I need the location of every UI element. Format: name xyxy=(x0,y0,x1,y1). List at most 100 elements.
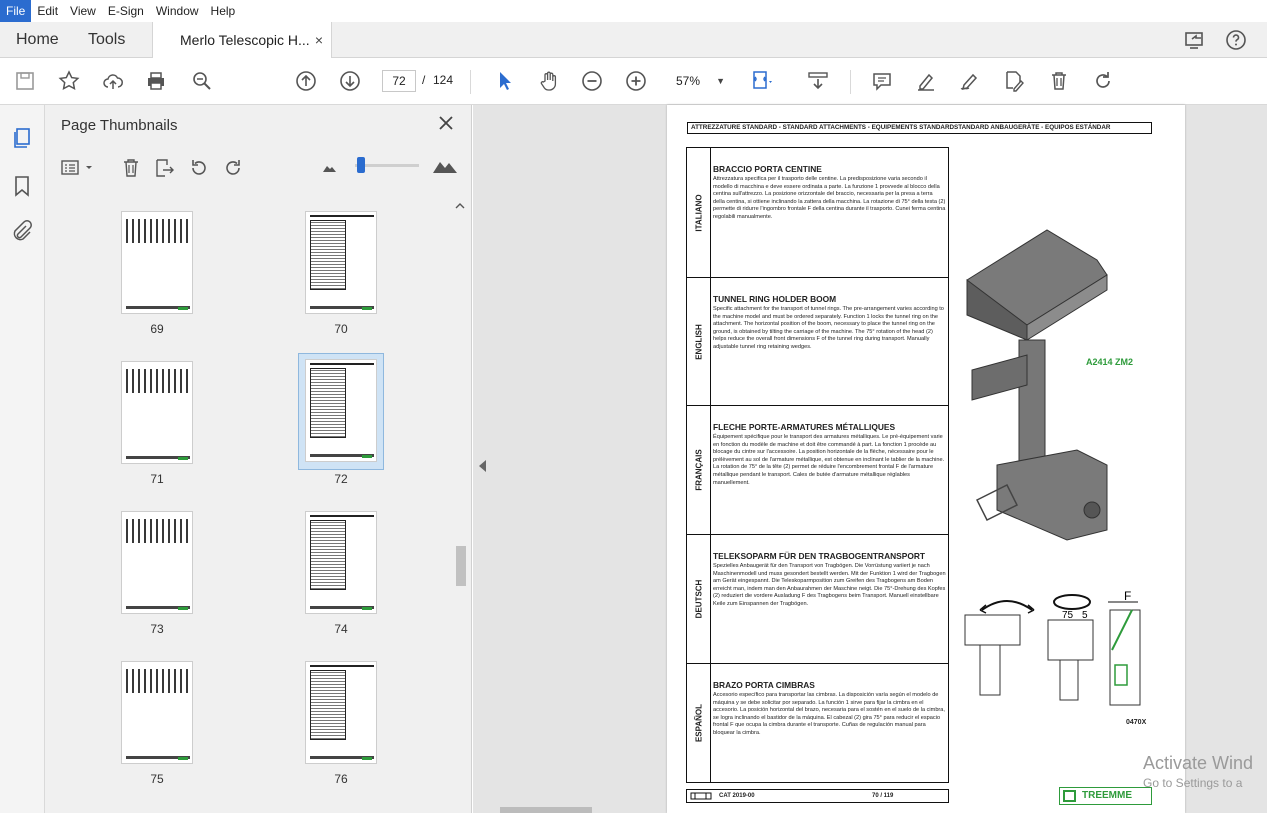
print-icon[interactable] xyxy=(144,69,168,93)
menu-window[interactable]: Window xyxy=(150,0,205,22)
model-code-label: A2414 ZM2 xyxy=(1086,357,1134,367)
page-thumbnail[interactable] xyxy=(121,211,193,314)
figure-number-label: 5 xyxy=(1082,610,1088,621)
edit-text-icon[interactable] xyxy=(1002,69,1026,93)
page-thumbnail[interactable] xyxy=(305,211,377,314)
thumbnail-page-number: 76 xyxy=(334,772,348,786)
share-screen-icon[interactable] xyxy=(1183,28,1207,52)
rotate-clockwise-icon[interactable] xyxy=(222,157,244,179)
menu-edit[interactable]: Edit xyxy=(31,0,64,22)
help-icon[interactable] xyxy=(1224,28,1248,52)
upload-cloud-icon[interactable] xyxy=(101,69,125,93)
document-viewport[interactable]: ATTREZZATURE STANDARD - STANDARD ATTACHM… xyxy=(473,105,1267,813)
language-label: DEUTSCH xyxy=(687,535,711,663)
menu-file[interactable]: File xyxy=(0,0,32,22)
highlight-pen-icon[interactable] xyxy=(914,69,938,93)
left-rail xyxy=(0,105,45,813)
attachment-paperclip-icon[interactable] xyxy=(10,219,34,243)
thumbnail-page-number: 69 xyxy=(150,322,164,336)
delete-trash-icon[interactable] xyxy=(1047,69,1071,93)
toolbar-divider xyxy=(470,70,471,94)
section-content: TUNNEL RING HOLDER BOOM Specific attachm… xyxy=(711,278,948,405)
tab-tools[interactable]: Tools xyxy=(88,22,125,58)
menu-help[interactable]: Help xyxy=(205,0,242,22)
activation-subtitle: Go to Settings to a xyxy=(1143,776,1243,790)
section-title: BRAZO PORTA CIMBRAS xyxy=(713,680,815,690)
menu-view[interactable]: View xyxy=(64,0,102,22)
chevron-down-icon: ▼ xyxy=(716,76,725,86)
collapse-panel-icon[interactable] xyxy=(479,460,486,472)
page-number-input[interactable]: 72 xyxy=(382,70,416,92)
hand-tool-icon[interactable] xyxy=(537,69,561,93)
section-deutsch: DEUTSCH TELEKSOPARM FÜR DEN TRAGBOGENTRA… xyxy=(687,534,948,663)
select-cursor-icon[interactable] xyxy=(493,69,517,93)
thumbnail-grid: 69 70 71 72 73 74 75 76 xyxy=(45,201,455,813)
section-text: Équipement spécifique pour le transport … xyxy=(713,434,945,486)
page-thumbnail[interactable] xyxy=(121,661,193,764)
menu-esign[interactable]: E-Sign xyxy=(102,0,150,22)
windows-activation-watermark: Activate Wind Go to Settings to a xyxy=(1143,753,1267,790)
comment-icon[interactable] xyxy=(870,69,894,93)
figure-dimension-label: F xyxy=(1124,590,1131,603)
large-mountain-icon xyxy=(432,155,458,175)
page-thumbnail[interactable] xyxy=(305,661,377,764)
delete-page-icon[interactable] xyxy=(120,157,142,179)
language-table: ITALIANO BRACCIO PORTA CENTINE Attrezzat… xyxy=(686,147,949,783)
small-mountain-icon xyxy=(321,160,337,174)
section-content: BRAZO PORTA CIMBRAS Accesorio específico… xyxy=(711,664,948,782)
page-thumbnail-selected[interactable] xyxy=(305,359,377,462)
section-english: ENGLISH TUNNEL RING HOLDER BOOM Specific… xyxy=(687,277,948,405)
find-zoom-icon[interactable] xyxy=(190,69,214,93)
thumbnail-size-slider-handle[interactable] xyxy=(357,157,365,173)
section-text: Accesorio específico para transportar la… xyxy=(713,692,945,736)
extract-page-icon[interactable] xyxy=(153,157,175,179)
next-page-icon[interactable] xyxy=(338,69,362,93)
scroll-mode-icon[interactable] xyxy=(806,69,830,93)
scroll-up-icon[interactable] xyxy=(453,201,467,211)
rotate-counterclockwise-icon[interactable] xyxy=(188,157,210,179)
close-icon[interactable] xyxy=(437,114,455,132)
star-bookmark-icon[interactable] xyxy=(57,69,81,93)
page-total: 124 xyxy=(433,73,454,87)
thumbnail-page-number: 70 xyxy=(334,322,348,336)
draw-pen-icon[interactable] xyxy=(958,69,982,93)
treemme-logo: TREEMME xyxy=(1059,787,1152,805)
section-content: BRACCIO PORTA CENTINE Attrezzatura speci… xyxy=(711,148,948,277)
document-tab-title: Merlo Telescopic H... xyxy=(180,32,310,48)
tab-home[interactable]: Home xyxy=(16,22,59,58)
page-thumbnails-panel: Page Thumbnails 69 70 71 72 73 74 75 76 xyxy=(45,105,472,813)
pdf-page: ATTREZZATURE STANDARD - STANDARD ATTACHM… xyxy=(667,105,1185,813)
page-header: ATTREZZATURE STANDARD - STANDARD ATTACHM… xyxy=(687,122,1152,134)
page-thumbnail[interactable] xyxy=(305,511,377,614)
zoom-level-select[interactable]: 57% ▼ xyxy=(663,70,731,92)
thumbnail-options-icon[interactable] xyxy=(60,157,96,179)
section-italiano: ITALIANO BRACCIO PORTA CENTINE Attrezzat… xyxy=(687,148,948,277)
zoom-in-icon[interactable] xyxy=(624,69,648,93)
page-thumbnails-icon[interactable] xyxy=(10,126,34,150)
fit-page-icon[interactable] xyxy=(750,69,774,93)
close-tab-icon[interactable]: × xyxy=(315,22,323,58)
bookmark-icon[interactable] xyxy=(10,174,34,198)
machine-icon xyxy=(690,792,712,800)
horizontal-scrollbar-thumb[interactable] xyxy=(500,807,592,813)
section-title: TELEKSOPARM FÜR DEN TRAGBOGENTRANSPORT xyxy=(713,551,926,561)
language-label: ITALIANO xyxy=(687,148,711,277)
thumbnail-scrollbar[interactable] xyxy=(453,201,467,813)
page-thumbnail[interactable] xyxy=(121,361,193,464)
section-text: Attrezzatura specifica per il trasporto … xyxy=(713,176,946,220)
catalog-page-number: 70 / 119 xyxy=(872,793,894,799)
thumbnail-page-number: 75 xyxy=(150,772,164,786)
zoom-out-icon[interactable] xyxy=(580,69,604,93)
logo-mark-icon xyxy=(1063,790,1076,802)
save-icon[interactable] xyxy=(13,69,37,93)
language-label: ESPAÑOL xyxy=(687,664,711,782)
thumbnail-page-number: 72 xyxy=(334,472,348,486)
language-label: ENGLISH xyxy=(687,278,711,405)
section-text: Specific attachment for the transport of… xyxy=(713,306,944,350)
previous-page-icon[interactable] xyxy=(294,69,318,93)
tab-document[interactable]: Merlo Telescopic H... × xyxy=(152,22,332,59)
page-thumbnail[interactable] xyxy=(121,511,193,614)
section-content: FLECHE PORTE-ARMATURES MÉTALLIQUES Équip… xyxy=(711,406,948,534)
redo-icon[interactable] xyxy=(1091,69,1115,93)
scrollbar-thumb[interactable] xyxy=(456,546,466,586)
